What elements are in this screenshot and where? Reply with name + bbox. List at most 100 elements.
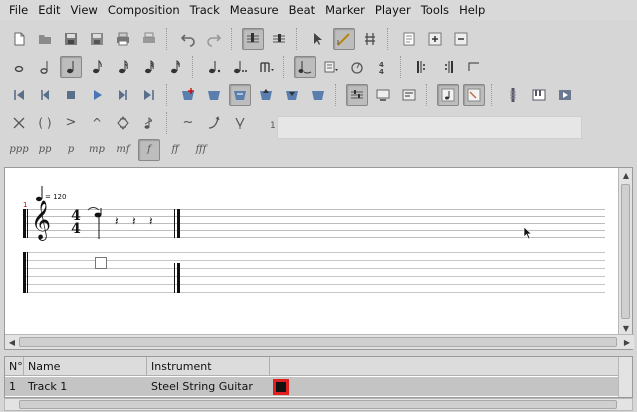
metronome-icon[interactable] [346,56,368,78]
quarter-note[interactable] [87,206,107,242]
tuplet-dropdown-icon[interactable] [255,56,277,78]
dotted-note-icon[interactable] [203,56,225,78]
natural-key-icon[interactable] [359,28,381,50]
track-table-vertical-scrollbar[interactable] [618,357,632,397]
save-icon[interactable] [60,28,82,50]
menu-beat[interactable]: Beat [284,0,321,20]
remove-track-icon[interactable] [203,84,225,106]
play-icon[interactable] [86,84,108,106]
half-note-icon[interactable] [34,56,56,78]
dynamic-p-button[interactable]: p [60,139,82,161]
track-table-scroll-thumb[interactable] [19,400,617,409]
score-horizontal-scrollbar[interactable]: ◀ ▶ [5,334,634,349]
vibrato-icon[interactable]: ~ [177,112,199,134]
table-row[interactable]: 1 Track 1 Steel String Guitar [5,377,619,396]
track-table-horizontal-scrollbar[interactable] [4,398,633,411]
thirty-second-note-icon[interactable] [138,56,160,78]
score-note-icon[interactable] [437,83,459,106]
ghost-note-icon[interactable]: ( ) [34,112,56,134]
edit-mode-icon[interactable] [333,27,355,50]
print-icon[interactable] [112,28,134,50]
score-canvas[interactable]: = 120 1 𝄞 4 4 𝄽 𝄽 𝄽 [5,168,619,335]
last-measure-icon[interactable] [138,84,160,106]
guitar-fretboard-icon[interactable] [502,84,524,106]
tremolo-bar-icon[interactable] [229,112,251,134]
previous-measure-icon[interactable] [34,84,56,106]
double-dotted-note-icon[interactable] [229,56,251,78]
new-file-icon[interactable] [8,28,30,50]
menu-track[interactable]: Track [185,0,225,20]
track-measures[interactable] [270,377,619,396]
piano-icon[interactable] [528,84,550,106]
score-vertical-scroll-thumb[interactable] [621,184,630,319]
menu-player[interactable]: Player [370,0,416,20]
save-as-icon[interactable] [86,28,108,50]
whole-note-icon[interactable] [8,56,30,78]
sixteenth-note-icon[interactable] [112,56,134,78]
dynamic-fff-button[interactable]: fff [190,139,212,161]
dynamic-pp-button[interactable]: pp [34,139,56,161]
score-horizontal-scroll-thumb[interactable] [19,337,617,347]
move-track-down-icon[interactable] [281,84,303,106]
score-vertical-scrollbar[interactable]: ▲ ▼ [618,168,632,335]
score-view-icon[interactable] [242,27,264,50]
tie-note-icon[interactable] [294,55,316,78]
column-header-name[interactable]: Name [24,357,147,376]
clone-track-icon[interactable] [307,84,329,106]
add-measure-icon[interactable] [424,28,446,50]
menu-edit[interactable]: Edit [33,0,65,20]
open-file-icon[interactable] [34,28,56,50]
dynamic-f-button[interactable]: f [138,138,160,161]
menu-tools[interactable]: Tools [416,0,454,20]
alternative-ending-icon[interactable] [463,56,485,78]
undo-icon[interactable] [177,28,199,50]
heavy-accent-icon[interactable]: ^ [86,112,108,134]
scroll-left-icon[interactable]: ◀ [5,335,19,349]
repeat-close-icon[interactable] [437,56,459,78]
stop-icon[interactable] [60,84,82,106]
menu-measure[interactable]: Measure [225,0,284,20]
column-header-number[interactable]: N° [5,357,24,376]
time-signature-icon[interactable]: 44 [372,56,394,78]
note-dropdown-icon[interactable] [320,56,342,78]
dynamic-ppp-button[interactable]: ppp [8,139,30,161]
menu-help[interactable]: Help [454,0,490,20]
first-measure-icon[interactable] [8,84,30,106]
measure-block[interactable] [276,382,286,392]
eighth-note-icon[interactable] [86,56,108,78]
menu-file[interactable]: File [4,0,33,20]
matrix-icon[interactable] [398,84,420,106]
menu-view[interactable]: View [66,0,103,20]
select-tool-icon[interactable] [307,28,329,50]
scroll-right-icon[interactable]: ▶ [620,335,634,349]
document-properties-icon[interactable] [398,28,420,50]
dead-note-icon[interactable] [8,112,30,134]
score-editor[interactable]: = 120 1 𝄞 4 4 𝄽 𝄽 𝄽 ▲ ▼ ◀ ▶ [4,167,634,350]
harmonic-icon[interactable] [112,112,134,134]
dynamic-mf-button[interactable]: mf [112,139,134,161]
tab-note-icon[interactable] [463,83,485,106]
accentuated-note-icon[interactable]: > [60,112,82,134]
menu-marker[interactable]: Marker [320,0,370,20]
grace-note-icon[interactable] [138,112,160,134]
bend-icon[interactable] [203,112,225,134]
print-preview-icon[interactable] [138,28,160,50]
mixer-icon[interactable] [346,83,368,106]
video-icon[interactable] [554,84,576,106]
menu-composition[interactable]: Composition [103,0,185,20]
transport-icon[interactable] [372,84,394,106]
dynamic-mp-button[interactable]: mp [86,139,108,161]
next-measure-icon[interactable] [112,84,134,106]
redo-icon[interactable] [203,28,225,50]
dynamic-ff-button[interactable]: ff [164,139,186,161]
track-color-swatch[interactable] [273,379,289,395]
tab-caret[interactable] [95,257,107,269]
quarter-note-icon[interactable] [60,55,82,78]
tab-view-icon[interactable] [268,28,290,50]
scroll-down-icon[interactable]: ▼ [619,321,633,335]
remove-measure-icon[interactable] [450,28,472,50]
move-track-up-icon[interactable] [255,84,277,106]
repeat-open-icon[interactable] [411,56,433,78]
sixty-fourth-note-icon[interactable] [164,56,186,78]
scroll-up-icon[interactable]: ▲ [619,168,633,182]
